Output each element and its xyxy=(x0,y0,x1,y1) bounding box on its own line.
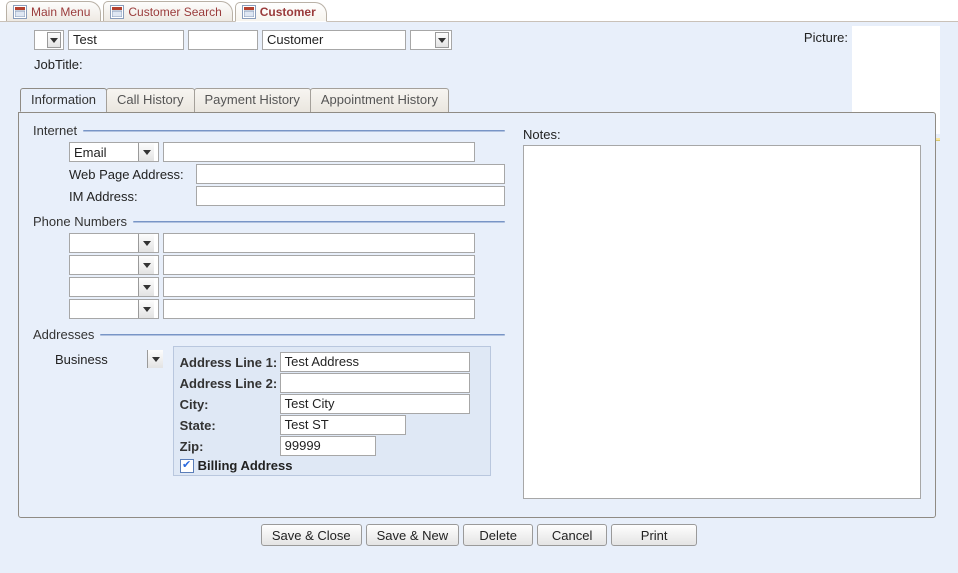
last-name-field[interactable]: Customer xyxy=(262,30,406,50)
email-type-value: Email xyxy=(74,145,107,160)
middle-name-field[interactable] xyxy=(188,30,258,50)
city-label: City: xyxy=(180,397,280,412)
jobtitle-label: JobTitle: xyxy=(34,57,150,72)
phone-number-field[interactable] xyxy=(163,255,475,275)
phone-number-field[interactable] xyxy=(163,299,475,319)
first-name-field[interactable]: Test xyxy=(68,30,184,50)
divider xyxy=(100,334,505,336)
chevron-down-icon xyxy=(138,300,154,318)
address-panel: Address Line 1: Test Address Address Lin… xyxy=(173,346,491,476)
notes-field[interactable] xyxy=(523,145,921,499)
button-row: Save & Close Save & New Delete Cancel Pr… xyxy=(18,524,940,546)
internet-group-title: Internet xyxy=(33,123,83,138)
chevron-down-icon xyxy=(47,32,61,48)
chevron-down-icon xyxy=(138,278,154,296)
customer-form: Test Customer JobTitle: Picture: Informa… xyxy=(0,22,958,573)
chevron-down-icon xyxy=(138,143,154,161)
state-label: State: xyxy=(180,418,280,433)
phone-type-dropdown[interactable] xyxy=(69,277,159,297)
suffix-dropdown[interactable] xyxy=(410,30,452,50)
window-tab-label: Customer Search xyxy=(128,5,221,19)
phones-group: Phone Numbers xyxy=(33,214,505,319)
billing-address-label: Billing Address xyxy=(198,458,293,473)
address-type-dropdown[interactable]: Business xyxy=(51,350,163,368)
email-field[interactable] xyxy=(163,142,475,162)
print-button[interactable]: Print xyxy=(611,524,697,546)
phone-type-dropdown[interactable] xyxy=(69,233,159,253)
divider xyxy=(133,221,505,223)
window-tab-customer[interactable]: Customer xyxy=(235,2,327,22)
form-icon xyxy=(110,5,124,19)
form-icon xyxy=(13,5,27,19)
prefix-dropdown[interactable] xyxy=(34,30,64,50)
detail-tab-strip: Information Call History Payment History… xyxy=(20,88,940,112)
phone-number-field[interactable] xyxy=(163,277,475,297)
email-type-dropdown[interactable]: Email xyxy=(69,142,159,162)
im-field[interactable] xyxy=(196,186,505,206)
tab-payment-history[interactable]: Payment History xyxy=(194,88,311,112)
window-tab-main-menu[interactable]: Main Menu xyxy=(6,1,101,21)
phone-type-dropdown[interactable] xyxy=(69,255,159,275)
address-line1-label: Address Line 1: xyxy=(180,355,280,370)
window-tab-label: Customer xyxy=(260,5,316,19)
tab-call-history[interactable]: Call History xyxy=(106,88,194,112)
window-tab-strip: Main Menu Customer Search Customer xyxy=(0,0,958,22)
picture-label: Picture: xyxy=(804,30,848,45)
notes-label: Notes: xyxy=(523,127,561,142)
divider xyxy=(83,130,505,132)
address-type-value: Business xyxy=(55,352,108,367)
chevron-down-icon xyxy=(435,32,449,48)
window-tab-label: Main Menu xyxy=(31,5,90,19)
webpage-field[interactable] xyxy=(196,164,505,184)
internet-group: Internet Email Web Page Address: IM Addr… xyxy=(33,123,505,206)
addresses-group-title: Addresses xyxy=(33,327,100,342)
tab-appointment-history[interactable]: Appointment History xyxy=(310,88,449,112)
phone-number-field[interactable] xyxy=(163,233,475,253)
address-line2-field[interactable] xyxy=(280,373,470,393)
billing-address-checkbox[interactable] xyxy=(180,459,194,473)
city-field[interactable]: Test City xyxy=(280,394,470,414)
state-field[interactable]: Test ST xyxy=(280,415,406,435)
chevron-down-icon xyxy=(138,234,154,252)
addresses-group: Addresses Business Address Line 1: Test … xyxy=(33,327,505,476)
phone-type-dropdown[interactable] xyxy=(69,299,159,319)
form-icon xyxy=(242,5,256,19)
save-new-button[interactable]: Save & New xyxy=(366,524,460,546)
delete-button[interactable]: Delete xyxy=(463,524,533,546)
cancel-button[interactable]: Cancel xyxy=(537,524,607,546)
save-close-button[interactable]: Save & Close xyxy=(261,524,362,546)
zip-label: Zip: xyxy=(180,439,280,454)
window-tab-customer-search[interactable]: Customer Search xyxy=(103,1,232,21)
zip-field[interactable]: 99999 xyxy=(280,436,376,456)
chevron-down-icon xyxy=(147,350,163,368)
tab-information[interactable]: Information xyxy=(20,88,107,112)
webpage-label: Web Page Address: xyxy=(69,167,196,182)
address-line2-label: Address Line 2: xyxy=(180,376,280,391)
im-label: IM Address: xyxy=(69,189,196,204)
jobtitle-row: JobTitle: xyxy=(34,54,940,74)
phones-group-title: Phone Numbers xyxy=(33,214,133,229)
jobtitle-field[interactable] xyxy=(150,54,468,74)
chevron-down-icon xyxy=(138,256,154,274)
information-panel: Internet Email Web Page Address: IM Addr… xyxy=(18,112,936,518)
address-line1-field[interactable]: Test Address xyxy=(280,352,470,372)
